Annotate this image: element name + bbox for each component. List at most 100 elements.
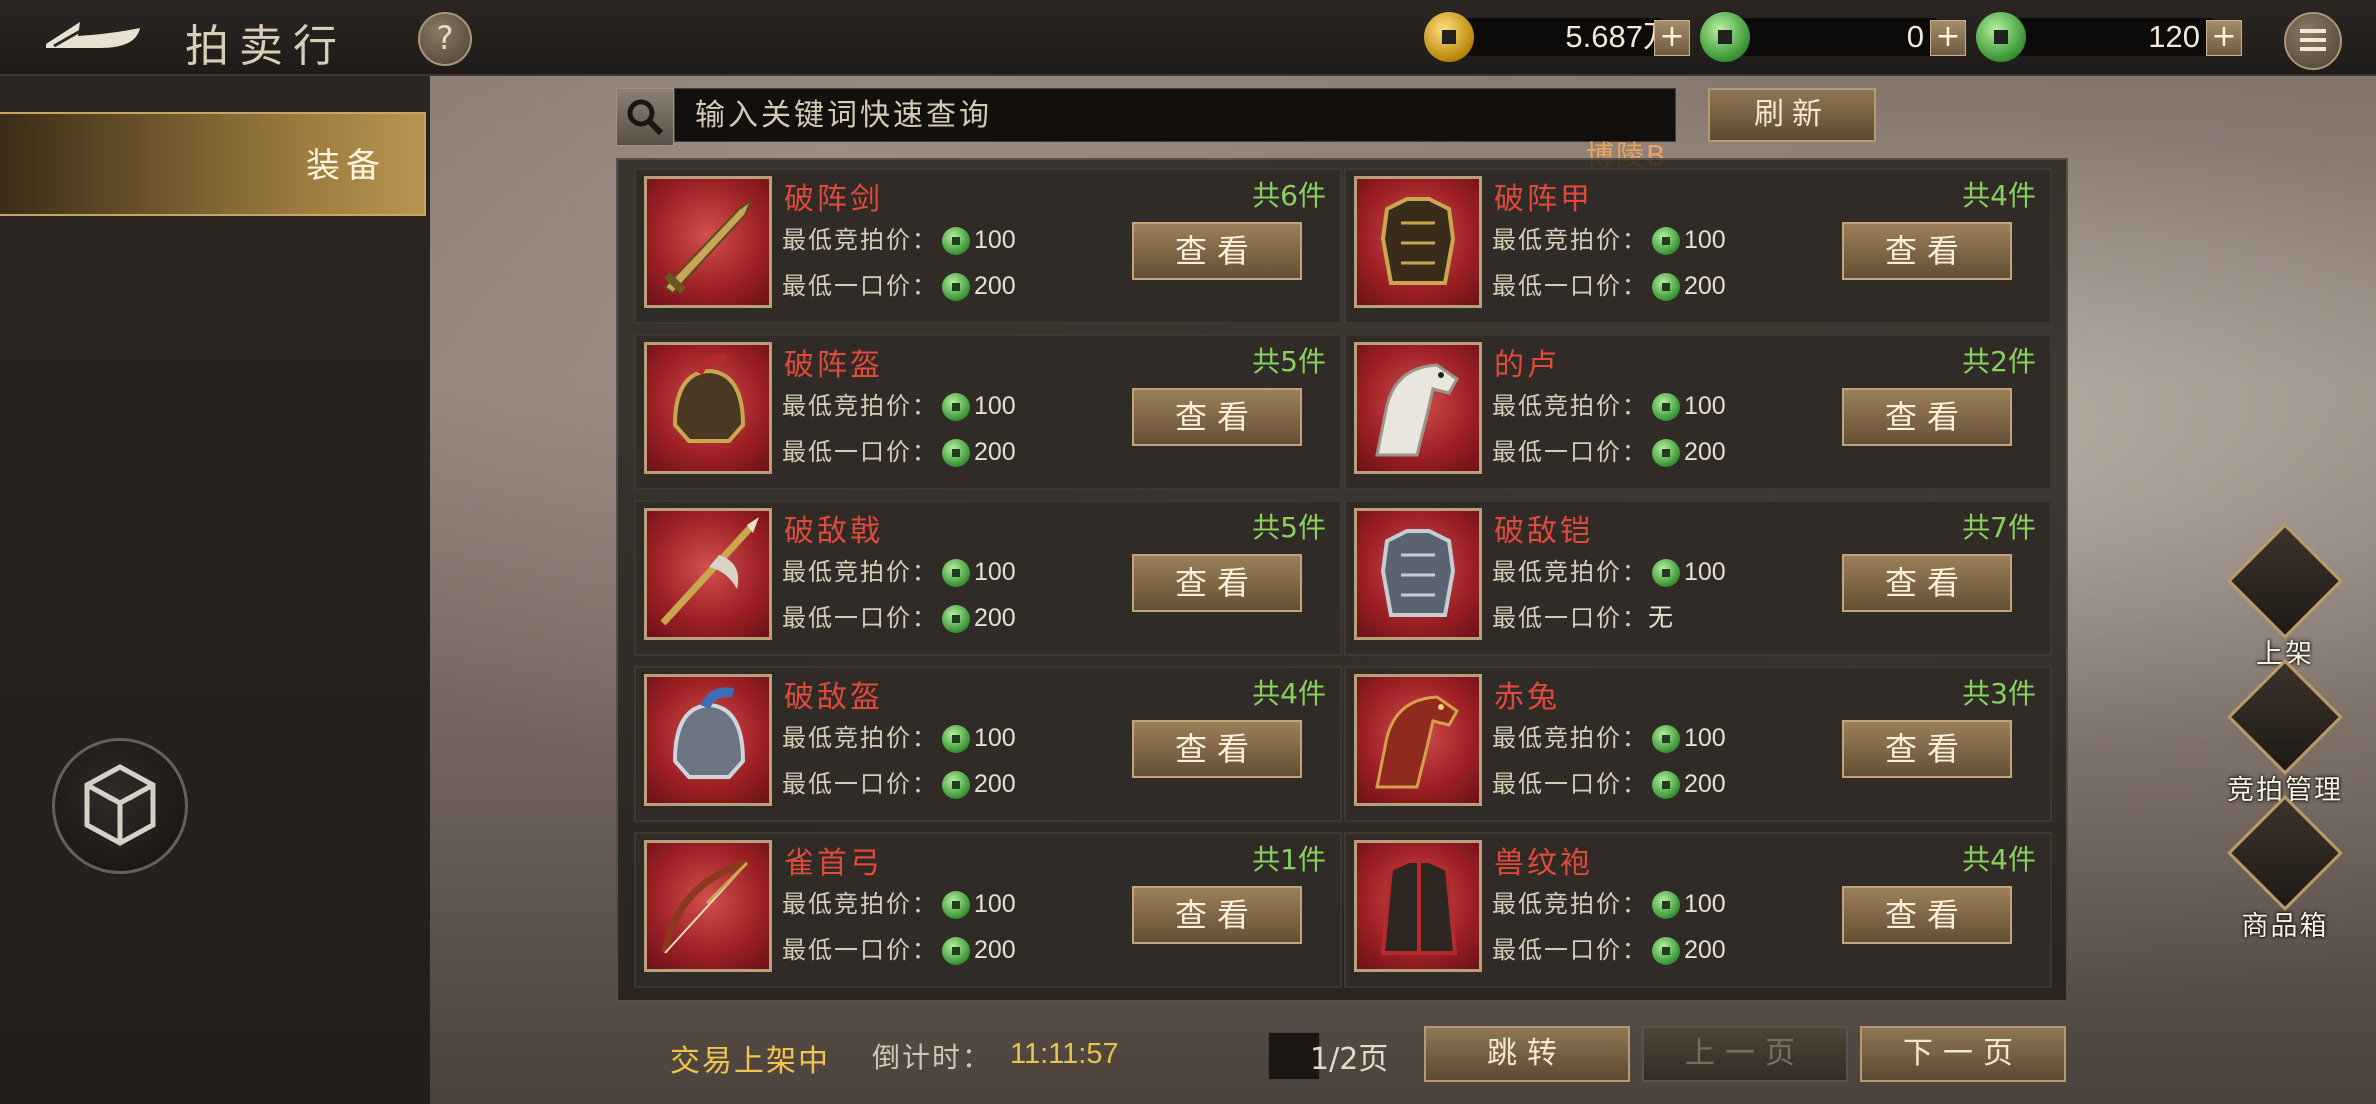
buyout-row: 最低一口价： 200 [1492,936,1726,965]
armor-icon[interactable] [1354,508,1482,640]
auction-manage-button[interactable]: 竞拍管理 [2218,659,2352,807]
jade-coin-icon [1976,12,2026,62]
help-button[interactable]: ? [418,12,472,66]
menu-icon [2300,29,2326,33]
item-count: 共7件 [1962,511,2036,544]
search-button[interactable] [616,88,674,146]
helmet-icon[interactable] [644,674,772,806]
view-button[interactable]: 查看 [1842,720,2012,778]
bid-price: 100 [1684,558,1726,586]
menu-button[interactable] [2284,12,2342,70]
jade-coin-icon [1652,891,1680,919]
countdown-timer: 11:11:57 [1010,1038,1119,1070]
bow-icon[interactable] [644,840,772,972]
item-name: 破阵甲 [1494,182,1593,217]
bid-price: 100 [974,558,1016,586]
halberd-icon[interactable] [644,508,772,640]
item-name: 的卢 [1494,348,1560,383]
bid-row: 最低竞拍价： 100 [782,724,1016,753]
sidebar-tab-equipment[interactable]: 装备 [0,112,426,216]
horse-icon[interactable] [1354,342,1482,474]
jump-button[interactable]: 跳转 [1424,1026,1630,1082]
page-indicator: 1/2页 [1310,1042,1389,1077]
refresh-button[interactable]: 刷新 [1708,88,1876,142]
jade-coin-icon [942,937,970,965]
item-name: 破阵盔 [784,348,883,383]
item-card: 破阵甲 共4件 最低竞拍价： 100 最低一口价： 200 查看 [1344,168,2052,324]
item-card: 破敌铠 共7件 最低竞拍价： 100 最低一口价：无 查看 [1344,500,2052,656]
view-button[interactable]: 查看 [1132,554,1302,612]
view-button[interactable]: 查看 [1842,554,2012,612]
item-count: 共3件 [1962,677,2036,710]
item-card: 兽纹袍 共4件 最低竞拍价： 100 最低一口价： 200 查看 [1344,832,2052,988]
top-bar: 拍卖行 ? 5.687万 + 0 + 120 + [0,0,2376,76]
bid-row: 最低竞拍价： 100 [1492,724,1726,753]
bid-price: 100 [974,890,1016,918]
search-input[interactable]: 输入关键词快速查询 [674,88,1676,142]
buyout-price: 200 [1684,438,1726,466]
item-count: 共2件 [1962,345,2036,378]
back-button[interactable] [40,14,150,60]
item-name: 破敌铠 [1494,514,1593,549]
jade-coin-icon [942,273,970,301]
sidebar-tab-label: 装备 [306,146,386,186]
bid-row: 最低竞拍价： 100 [782,558,1016,587]
add-jade-coin-button[interactable]: + [2206,20,2242,56]
item-count: 共1件 [1252,843,1326,876]
view-button[interactable]: 查看 [1132,886,1302,944]
item-name: 破敌盔 [784,680,883,715]
buyout-row: 最低一口价： 200 [1492,272,1726,301]
goods-box-button[interactable]: 商品箱 [2227,795,2343,943]
view-button[interactable]: 查看 [1132,388,1302,446]
item-count: 共4件 [1962,843,2036,876]
item-count: 共4件 [1962,179,2036,212]
jade-coin-icon [942,605,970,633]
list-item-button[interactable]: 上架 [2227,523,2343,671]
bid-price: 100 [1684,392,1726,420]
resource-jade-ticket: 0 + [1700,12,1970,62]
jade-coin-icon [1652,771,1680,799]
item-name: 雀首弓 [784,846,883,881]
prev-page-button[interactable]: 上一页 [1642,1026,1848,1082]
add-jade-ticket-button[interactable]: + [1930,20,1966,56]
jade-coin-icon [1652,937,1680,965]
item-count: 共4件 [1252,677,1326,710]
jade-coin-icon [942,771,970,799]
chest-icon [2227,795,2343,911]
buyout-price: 200 [974,936,1016,964]
armor-icon[interactable] [1354,176,1482,308]
bid-price: 100 [974,226,1016,254]
view-button[interactable]: 查看 [1842,222,2012,280]
view-button[interactable]: 查看 [1132,222,1302,280]
add-gold-button[interactable]: + [1654,20,1690,56]
bid-row: 最低竞拍价： 100 [782,226,1016,255]
view-button[interactable]: 查看 [1842,886,2012,944]
back-arrow-icon [46,22,140,48]
item-card: 雀首弓 共1件 最低竞拍价： 100 最低一口价： 200 查看 [634,832,1342,988]
next-page-button[interactable]: 下一页 [1860,1026,2066,1082]
buyout-price: 200 [1684,770,1726,798]
bid-row: 最低竞拍价： 100 [1492,890,1726,919]
view-button[interactable]: 查看 [1132,720,1302,778]
view-button[interactable]: 查看 [1842,388,2012,446]
jade-coin-icon [942,227,970,255]
buyout-price: 无 [1648,604,1674,632]
buyout-row: 最低一口价： 200 [782,936,1016,965]
robe-icon[interactable] [1354,840,1482,972]
item-card: 赤兔 共3件 最低竞拍价： 100 最低一口价： 200 查看 [1344,666,2052,822]
item-card: 破阵盔 共5件 最低竞拍价： 100 最低一口价： 200 查看 [634,334,1342,490]
helmet-icon[interactable] [644,342,772,474]
bid-price: 100 [1684,226,1726,254]
cube-button[interactable] [52,738,188,874]
buyout-row: 最低一口价：无 [1492,604,1674,632]
horse-icon[interactable] [1354,674,1482,806]
search-icon [627,99,664,136]
jade-coin-icon [942,559,970,587]
item-count: 共5件 [1252,511,1326,544]
cube-icon [84,764,156,846]
sword-icon[interactable] [644,176,772,308]
trade-status: 交易上架中 [670,1044,830,1079]
jade-coin-icon [942,891,970,919]
item-card: 的卢 共2件 最低竞拍价： 100 最低一口价： 200 查看 [1344,334,2052,490]
item-grid: 破阵剑 共6件 最低竞拍价： 100 最低一口价： 200 查看 破阵甲 共4件 最… [616,158,2068,1002]
